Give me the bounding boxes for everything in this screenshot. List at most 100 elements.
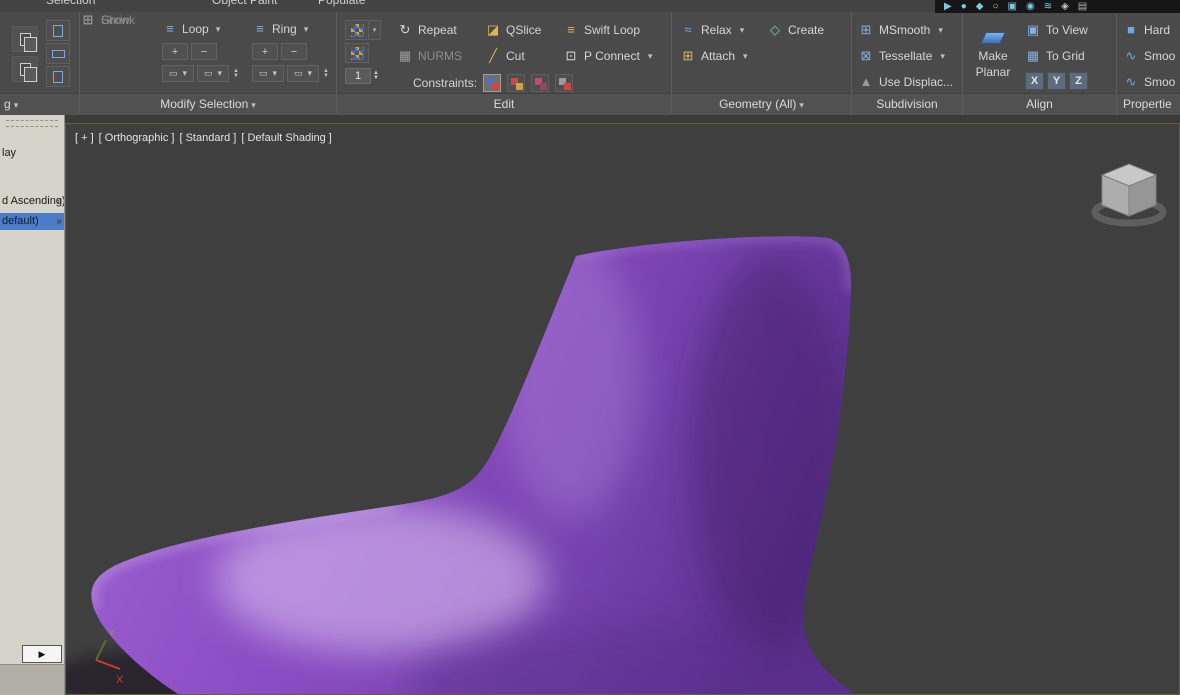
smooth-edges-button[interactable]: ∿ Smoo xyxy=(1123,48,1176,64)
paste-selection-button[interactable] xyxy=(12,56,38,82)
nurms-button[interactable]: ▦ NURMS xyxy=(397,48,462,64)
spacewarps-icon[interactable]: ≋ xyxy=(1044,0,1052,13)
create-label: Create xyxy=(788,23,825,37)
expand-panel-button[interactable]: ▶ xyxy=(22,645,62,663)
chevron-down-icon: ▾ xyxy=(307,68,313,78)
repeat-button[interactable]: ↻ Repeat xyxy=(397,22,457,38)
subobject-polygon-button[interactable] xyxy=(46,66,70,87)
constraint-icon xyxy=(564,83,572,90)
smooth-label: Smoo xyxy=(1144,49,1176,63)
displacement-icon: ▲ xyxy=(859,74,873,89)
align-x-button[interactable]: X xyxy=(1025,72,1044,90)
p-connect-icon: ⊡ xyxy=(565,48,577,63)
subobject-edge-button[interactable] xyxy=(46,43,70,64)
loop-shift-dropdown[interactable]: ▭ ▾ xyxy=(197,65,229,82)
panel-align: Make Planar ▣ To View ▦ To Grid X Y Z xyxy=(963,12,1116,93)
tab-selection[interactable]: Selection xyxy=(46,0,95,11)
constraint-edge-button[interactable] xyxy=(507,74,526,92)
helpers-icon[interactable]: ◉ xyxy=(1026,0,1035,13)
swift-loop-button[interactable]: ≡ Swift Loop xyxy=(563,22,640,38)
panel-grip[interactable] xyxy=(6,120,58,127)
hard-edges-button[interactable]: ■ Hard xyxy=(1123,22,1170,38)
sidebar-item-default-selected[interactable]: default) » xyxy=(0,213,64,230)
p-connect-button[interactable]: ⊡ P Connect ▾ xyxy=(563,48,653,64)
lights-icon[interactable]: ○ xyxy=(992,0,998,13)
hard-label: Hard xyxy=(1144,23,1171,37)
viewcube[interactable] xyxy=(1091,163,1167,227)
tessellate-button[interactable]: ⊠ Tessellate ▾ xyxy=(858,48,945,64)
to-grid-button[interactable]: ▦ To Grid xyxy=(1025,48,1085,64)
use-displacement-button[interactable]: ▲ Use Displac... xyxy=(858,74,953,90)
loop-button[interactable]: ≡ Loop ▾ xyxy=(162,20,246,38)
shapes-icon[interactable]: ◆ xyxy=(976,0,984,13)
panel-title-edit[interactable]: Edit xyxy=(337,94,671,116)
panel-title-align[interactable]: Align xyxy=(963,94,1116,116)
make-planar-button[interactable]: Make Planar xyxy=(969,18,1017,92)
to-view-label: To View xyxy=(1046,23,1088,37)
to-view-button[interactable]: ▣ To View xyxy=(1025,22,1088,38)
preserve-uvs-button[interactable] xyxy=(345,20,369,40)
ring-icon: ≡ xyxy=(256,21,264,36)
chair-model[interactable] xyxy=(91,236,926,695)
viewport-menu-style[interactable]: [ Standard ] xyxy=(179,132,236,144)
smooth-30-button[interactable]: ∿ Smoo xyxy=(1123,74,1176,90)
ring-grow-button[interactable]: + xyxy=(252,43,278,60)
sidebar-item-sort-ascending[interactable]: d Ascending) » xyxy=(0,193,64,210)
cameras-icon[interactable]: ▣ xyxy=(1008,0,1017,13)
panel-title-subdivision[interactable]: Subdivision xyxy=(852,94,962,116)
tweak-uvs-button[interactable] xyxy=(345,43,369,63)
sidebar-item-display[interactable]: lay xyxy=(0,145,64,162)
loop-grow-button[interactable]: + xyxy=(162,43,188,60)
attach-button[interactable]: ⊞ Attach ▾ xyxy=(680,48,748,64)
preserve-uvs-group: ▾ xyxy=(345,20,381,40)
pages-icon xyxy=(19,32,37,52)
msmooth-button[interactable]: ⊞ MSmooth ▾ xyxy=(858,22,943,38)
constraint-normal-button[interactable] xyxy=(555,74,574,92)
qslice-button[interactable]: ◪ QSlice xyxy=(485,22,542,38)
panel-tabs-icon[interactable]: ▤ xyxy=(1078,0,1087,13)
viewport[interactable]: [ + ] [ Orthographic ] [ Standard ] [ De… xyxy=(65,123,1180,695)
loop-shrink-button[interactable]: − xyxy=(191,43,217,60)
panel-title-geometry-all[interactable]: Geometry (All) ▾ xyxy=(672,94,851,116)
relax-button[interactable]: ≈ Relax ▾ xyxy=(680,22,744,38)
constraint-icon xyxy=(492,83,500,90)
preserve-uvs-dropdown[interactable]: ▾ xyxy=(369,20,381,40)
ring-button[interactable]: ≡ Ring ▾ xyxy=(252,20,336,38)
to-grid-icon: ▦ xyxy=(1026,48,1040,63)
subobject-vertex-button[interactable] xyxy=(46,20,70,41)
constraint-none-button[interactable] xyxy=(483,74,502,92)
tab-populate[interactable]: Populate xyxy=(318,0,365,11)
chevron-down-icon: ▾ xyxy=(940,50,945,61)
ring-spinner[interactable]: ▲ ▼ xyxy=(323,68,329,79)
panel-title-polygon-modeling[interactable]: g ▾ xyxy=(0,94,79,116)
align-y-button[interactable]: Y xyxy=(1047,72,1066,90)
constraint-face-button[interactable] xyxy=(531,74,550,92)
align-z-button[interactable]: Z xyxy=(1069,72,1088,90)
segments-value-field[interactable]: 1 xyxy=(345,68,371,84)
panel-title-modify-selection[interactable]: Modify Selection ▾ xyxy=(80,94,336,116)
chevron-right-icon: » xyxy=(56,196,62,207)
ribbon-panel-title-strip: g ▾ Modify Selection ▾ Edit Geometry (All)… xyxy=(0,93,1180,115)
viewport-menu-general[interactable]: [ + ] xyxy=(75,132,94,144)
geometry-icon[interactable]: ● xyxy=(961,0,967,13)
segments-spinner[interactable]: ▲ ▼ xyxy=(373,70,379,81)
loop-mode-dropdown[interactable]: ▭ ▾ xyxy=(162,65,194,82)
pointer-icon[interactable]: ▶ xyxy=(944,0,952,13)
cut-button[interactable]: ╱ Cut xyxy=(485,48,525,64)
viewport-menu-pov[interactable]: [ Orthographic ] xyxy=(99,132,175,144)
repeat-icon: ↻ xyxy=(399,22,411,37)
shrink-button[interactable]: ⊟ Shrink xyxy=(80,12,135,28)
viewport-menu-shading[interactable]: [ Default Shading ] xyxy=(241,132,332,144)
systems-icon[interactable]: ◈ xyxy=(1061,0,1069,13)
ring-shift-dropdown[interactable]: ▭ ▾ xyxy=(287,65,319,82)
viewport-label-bar: [ + ] [ Orthographic ] [ Standard ] [ De… xyxy=(75,132,332,144)
ring-mode-dropdown[interactable]: ▭ ▾ xyxy=(252,65,284,82)
tab-object-paint[interactable]: Object Paint xyxy=(212,0,277,11)
ring-shrink-button[interactable]: − xyxy=(281,43,307,60)
sidebar-item-label: default) xyxy=(2,215,39,227)
copy-selection-button[interactable] xyxy=(12,26,38,52)
panel-title-properties[interactable]: Propertie xyxy=(1117,94,1180,116)
create-button[interactable]: ◇ Create xyxy=(767,22,824,38)
panel-title-label: Subdivision xyxy=(876,97,938,111)
loop-spinner[interactable]: ▲ ▼ xyxy=(233,68,239,79)
